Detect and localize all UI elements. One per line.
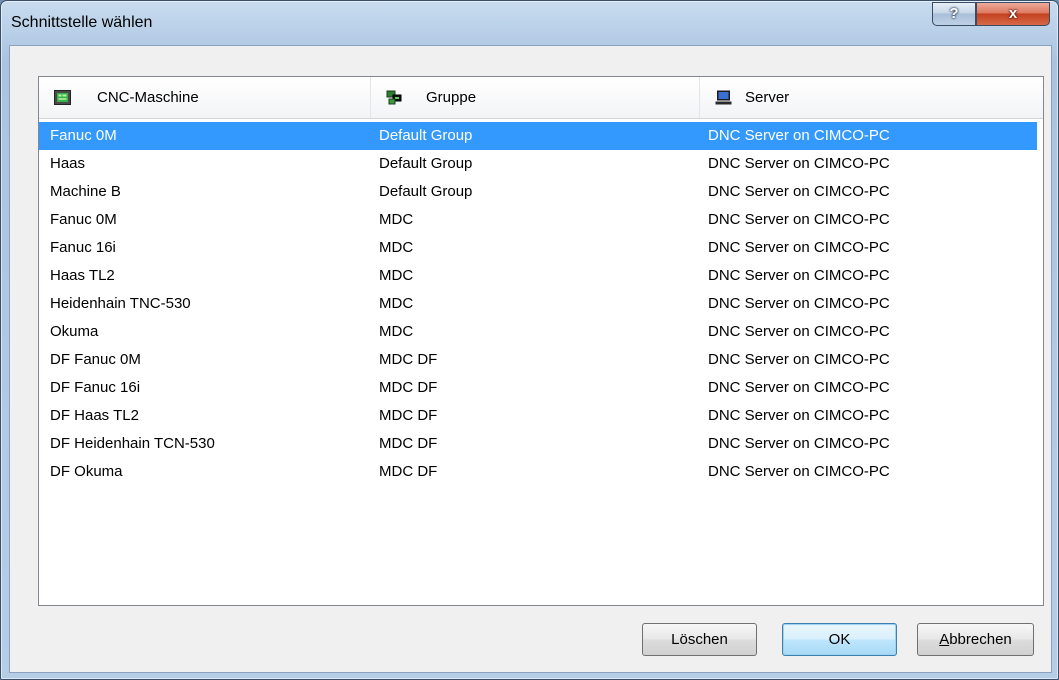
cell-server: DNC Server on CIMCO-PC bbox=[708, 435, 890, 452]
table-row[interactable]: DF Fanuc 0M MDC DF DNC Server on CIMCO-PC bbox=[39, 346, 1037, 374]
column-header-server[interactable]: Server bbox=[700, 77, 1045, 118]
cell-machine: Okuma bbox=[50, 323, 99, 340]
cell-group: MDC bbox=[379, 295, 414, 312]
cell-server: DNC Server on CIMCO-PC bbox=[708, 407, 890, 424]
group-icon bbox=[386, 90, 402, 105]
table-row[interactable]: DF Heidenhain TCN-530 MDC DF DNC Server on… bbox=[39, 430, 1037, 458]
interface-list[interactable]: CNC-Maschine Gruppe Server Fanuc 0M Defa… bbox=[38, 76, 1044, 606]
cell-group: MDC bbox=[379, 267, 414, 284]
cell-machine: Heidenhain TNC-530 bbox=[50, 295, 191, 312]
cell-machine: Machine B bbox=[50, 183, 121, 200]
table-row[interactable]: Fanuc 16i MDC DNC Server on CIMCO-PC bbox=[39, 234, 1037, 262]
cell-server: DNC Server on CIMCO-PC bbox=[708, 267, 890, 284]
cell-machine: Haas TL2 bbox=[50, 267, 115, 284]
cancel-button-label: Abbrechen bbox=[939, 631, 1012, 648]
cell-server: DNC Server on CIMCO-PC bbox=[708, 295, 890, 312]
cell-group: MDC bbox=[379, 211, 414, 228]
ok-button[interactable]: OK bbox=[782, 623, 897, 656]
cell-group: MDC DF bbox=[379, 351, 438, 368]
cell-group: MDC DF bbox=[379, 407, 438, 424]
cell-group: MDC bbox=[379, 239, 414, 256]
cell-server: DNC Server on CIMCO-PC bbox=[708, 127, 890, 144]
cell-machine: Fanuc 0M bbox=[50, 211, 117, 228]
help-icon: ? bbox=[949, 5, 959, 22]
close-button[interactable]: x bbox=[976, 2, 1050, 26]
cell-server: DNC Server on CIMCO-PC bbox=[708, 351, 890, 368]
table-row[interactable]: Heidenhain TNC-530 MDC DNC Server on CIMCO… bbox=[39, 290, 1037, 318]
table-row[interactable]: Haas Default Group DNC Server on CIMCO-PC bbox=[39, 150, 1037, 178]
cell-group: MDC DF bbox=[379, 435, 438, 452]
column-label-group: Gruppe bbox=[426, 89, 477, 106]
list-header: CNC-Maschine Gruppe Server bbox=[39, 77, 1043, 119]
table-row[interactable]: Haas TL2 MDC DNC Server on CIMCO-PC bbox=[39, 262, 1037, 290]
cell-group: MDC bbox=[379, 323, 414, 340]
table-row[interactable]: Machine B Default Group DNC Server on CIMC… bbox=[39, 178, 1037, 206]
cell-machine: Haas bbox=[50, 155, 86, 172]
cell-server: DNC Server on CIMCO-PC bbox=[708, 155, 890, 172]
cell-server: DNC Server on CIMCO-PC bbox=[708, 211, 890, 228]
cell-machine: DF Heidenhain TCN-530 bbox=[50, 435, 215, 452]
cell-server: DNC Server on CIMCO-PC bbox=[708, 323, 890, 340]
cell-machine: Fanuc 0M bbox=[50, 127, 117, 144]
column-header-cnc-machine[interactable]: CNC-Maschine bbox=[39, 77, 371, 118]
window-title: Schnittstelle wählen bbox=[11, 14, 153, 31]
help-button[interactable]: ? bbox=[932, 2, 976, 26]
cnc-machine-icon bbox=[54, 90, 71, 105]
cell-server: DNC Server on CIMCO-PC bbox=[708, 239, 890, 256]
table-row[interactable]: Fanuc 0M Default Group DNC Server on CIMCO… bbox=[39, 122, 1037, 150]
dialog-client-area: CNC-Maschine Gruppe Server Fanuc 0M Defa… bbox=[9, 45, 1052, 673]
cell-server: DNC Server on CIMCO-PC bbox=[708, 183, 890, 200]
computer-icon bbox=[715, 90, 732, 105]
column-label-server: Server bbox=[745, 89, 790, 106]
table-row[interactable]: Fanuc 0M MDC DNC Server on CIMCO-PC bbox=[39, 206, 1037, 234]
cell-group: Default Group bbox=[379, 127, 473, 144]
column-header-group[interactable]: Gruppe bbox=[371, 77, 700, 118]
cancel-button[interactable]: Abbrechen bbox=[917, 623, 1034, 656]
cell-group: Default Group bbox=[379, 155, 473, 172]
column-label-cnc-machine: CNC-Maschine bbox=[97, 89, 199, 106]
cell-machine: DF Fanuc 0M bbox=[50, 351, 141, 368]
cell-machine: DF Okuma bbox=[50, 463, 123, 480]
cell-group: Default Group bbox=[379, 183, 473, 200]
table-row[interactable]: Okuma MDC DNC Server on CIMCO-PC bbox=[39, 318, 1037, 346]
cell-server: DNC Server on CIMCO-PC bbox=[708, 463, 890, 480]
table-row[interactable]: DF Haas TL2 MDC DF DNC Server on CIMCO-PC bbox=[39, 402, 1037, 430]
title-bar[interactable]: Schnittstelle wählen ? x bbox=[1, 1, 1058, 45]
cell-machine: Fanuc 16i bbox=[50, 239, 116, 256]
table-row[interactable]: DF Fanuc 16i MDC DF DNC Server on CIMCO-PC bbox=[39, 374, 1037, 402]
cell-group: MDC DF bbox=[379, 379, 438, 396]
delete-button[interactable]: Löschen bbox=[642, 623, 757, 656]
cell-machine: DF Fanuc 16i bbox=[50, 379, 141, 396]
close-icon: x bbox=[1008, 5, 1018, 22]
dialog-window: Schnittstelle wählen ? x CNC-Maschine Gr… bbox=[0, 0, 1059, 680]
table-row[interactable]: DF Okuma MDC DF DNC Server on CIMCO-PC bbox=[39, 458, 1037, 486]
cell-machine: DF Haas TL2 bbox=[50, 407, 139, 424]
list-rows: Fanuc 0M Default Group DNC Server on CIMCO… bbox=[39, 122, 1043, 486]
cell-server: DNC Server on CIMCO-PC bbox=[708, 379, 890, 396]
cell-group: MDC DF bbox=[379, 463, 438, 480]
